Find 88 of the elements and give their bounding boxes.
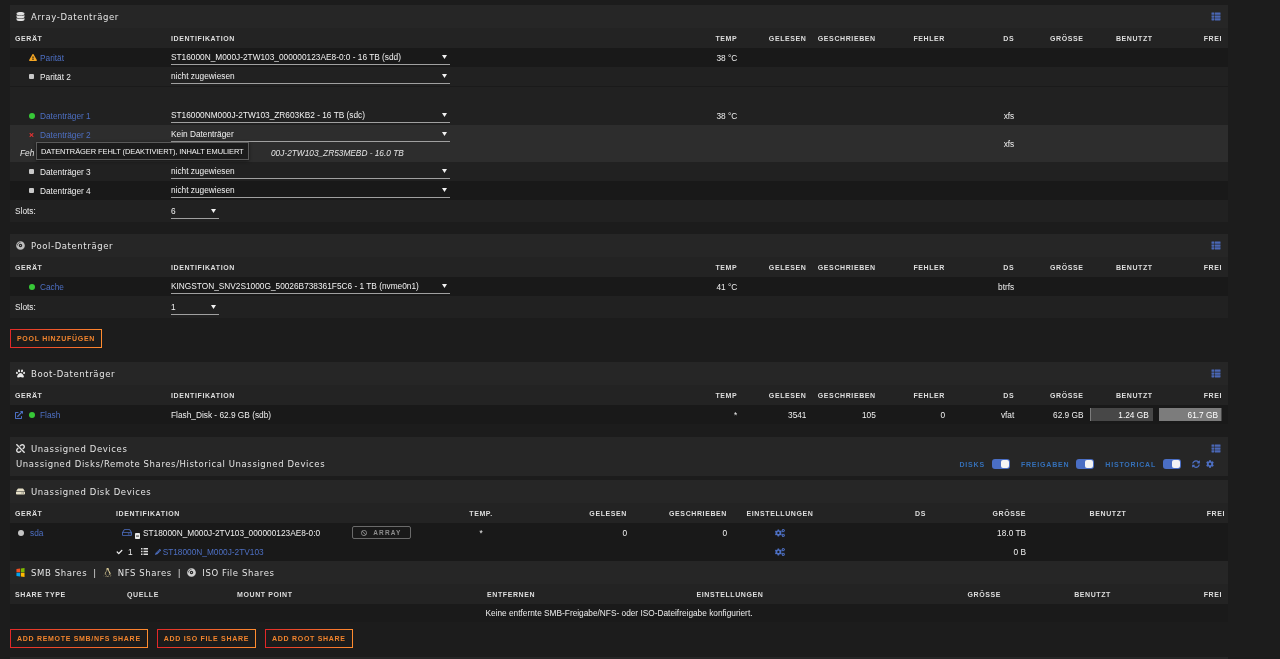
caret-icon [442, 113, 447, 117]
pencil-icon[interactable] [154, 548, 161, 555]
check-icon [116, 548, 123, 555]
table-cell: 0 [940, 409, 945, 420]
table-cell: 105 [861, 409, 876, 420]
table-cell: 0 [722, 527, 727, 538]
caret-icon [442, 74, 447, 78]
table-cell: 41 °C [716, 281, 738, 292]
section-title: Boot-Datenträger [31, 368, 116, 379]
list-icon[interactable] [1211, 241, 1221, 250]
table-cell: btrfs [998, 281, 1015, 292]
caret-icon [211, 208, 216, 213]
table-cell: 0 B [1013, 546, 1026, 557]
table-cell: 38 °C [716, 110, 738, 121]
toggle-switch[interactable] [1163, 459, 1181, 469]
device-name: Parität 2 [40, 71, 71, 82]
section-title: Unassigned Disk Devices [31, 486, 152, 497]
select-field[interactable]: nicht zugewiesen [171, 164, 450, 179]
external-link-icon[interactable] [15, 410, 23, 419]
caret-icon [442, 55, 447, 59]
caret-icon [442, 169, 447, 173]
table-cell: 0 [622, 527, 627, 538]
table-cell: 18.0 TB [997, 527, 1026, 538]
caret-icon [211, 304, 216, 309]
disk-identification: ST18000N_M000J-2TV103_000000123AE8-0:0 [143, 527, 321, 538]
device-link[interactable]: Flash [40, 409, 61, 420]
select-field[interactable]: 1 [171, 299, 219, 315]
usage-value: 1.24 GB [1118, 409, 1149, 420]
select-field[interactable]: 6 [171, 203, 219, 219]
slots-label: Slots: [15, 206, 36, 216]
ban-icon [361, 529, 368, 536]
partition-icon [135, 533, 140, 539]
select-field[interactable]: nicht zugewiesen [171, 183, 450, 198]
settings-icon[interactable] [775, 528, 785, 537]
partition-link[interactable]: ST18000N_M000J-2TV103 [162, 546, 264, 557]
device-name: Datenträger 3 [40, 166, 91, 177]
table-cell: vfat [1000, 409, 1015, 420]
select-field[interactable]: KINGSTON_SNV2S1000G_50026B738361F5C6 - 1 TB (nvme0n1) [171, 279, 450, 294]
table-cell: * [479, 527, 483, 538]
status-note: Feh [20, 148, 35, 158]
toggle-switch[interactable] [991, 459, 1010, 469]
section-title: Pool-Datenträger [31, 240, 114, 251]
table-cell: xfs [1003, 138, 1015, 149]
section-title: NFS Shares [117, 567, 172, 578]
penguin-icon [102, 568, 112, 577]
device-name: Datenträger 4 [40, 185, 91, 196]
table-cell: 3541 [788, 409, 807, 420]
select-field[interactable]: nicht zugewiesen [171, 69, 450, 84]
unlink-icon [16, 444, 25, 453]
section-subtitle: Unassigned Disks/Remote Shares/Historical Unassigned Devices [16, 459, 326, 469]
disk-note: 00J-2TW103_ZR53MEBD - 16.0 TB [271, 148, 404, 158]
section-title: Unassigned Devices [31, 443, 128, 454]
caret-icon [442, 132, 447, 136]
database-icon [16, 12, 25, 21]
select-field[interactable]: ST16000NM000J-2TW103_ZR603KB2 - 16 TB (sdc) [171, 108, 450, 123]
table-cell: 38 °C [716, 52, 738, 63]
partition-number: 1 [128, 546, 133, 557]
separator-text: | [93, 567, 97, 578]
hard-drive-icon[interactable] [122, 528, 132, 537]
device-link[interactable]: Datenträger 1 [40, 110, 91, 121]
caret-icon [442, 284, 447, 288]
section-title: SMB Shares [31, 567, 88, 578]
hard-drive-icon [16, 487, 25, 496]
list-icon [140, 548, 148, 555]
settings-icon[interactable] [1206, 460, 1214, 468]
paw-icon [16, 369, 25, 378]
empty-message: Keine entfernte SMB-Freigabe/NFS- oder ISO-Dateifreigabe konfiguriert. [485, 608, 753, 618]
list-icon[interactable] [1211, 369, 1221, 378]
table-cell: Flash_Disk - 62.9 GB (sdb) [171, 409, 272, 420]
section-title: Array-Datenträger [31, 11, 119, 22]
table-cell: 62.9 GB [1053, 409, 1084, 420]
windows-flag-icon [16, 568, 25, 577]
settings-icon[interactable] [775, 547, 785, 556]
table-cell: * [734, 409, 738, 420]
list-icon[interactable] [1211, 12, 1221, 21]
caret-icon [442, 188, 447, 192]
toggle-switch[interactable] [1076, 459, 1095, 469]
slots-label: Slots: [15, 302, 36, 312]
device-link[interactable]: sda [30, 527, 44, 538]
usage-value: 61.7 GB [1187, 409, 1218, 420]
select-field[interactable]: ST16000N_M000J-2TW103_000000123AE8-0:0 - 16 TB (sdd) [171, 50, 450, 65]
section-title: ISO File Shares [202, 567, 275, 578]
table-cell: xfs [1003, 110, 1015, 121]
device-link[interactable]: Parität [40, 52, 64, 63]
device-link[interactable]: Cache [40, 281, 64, 292]
refresh-icon[interactable] [1192, 460, 1200, 468]
separator-text: | [177, 567, 182, 578]
list-icon[interactable] [1211, 444, 1221, 453]
